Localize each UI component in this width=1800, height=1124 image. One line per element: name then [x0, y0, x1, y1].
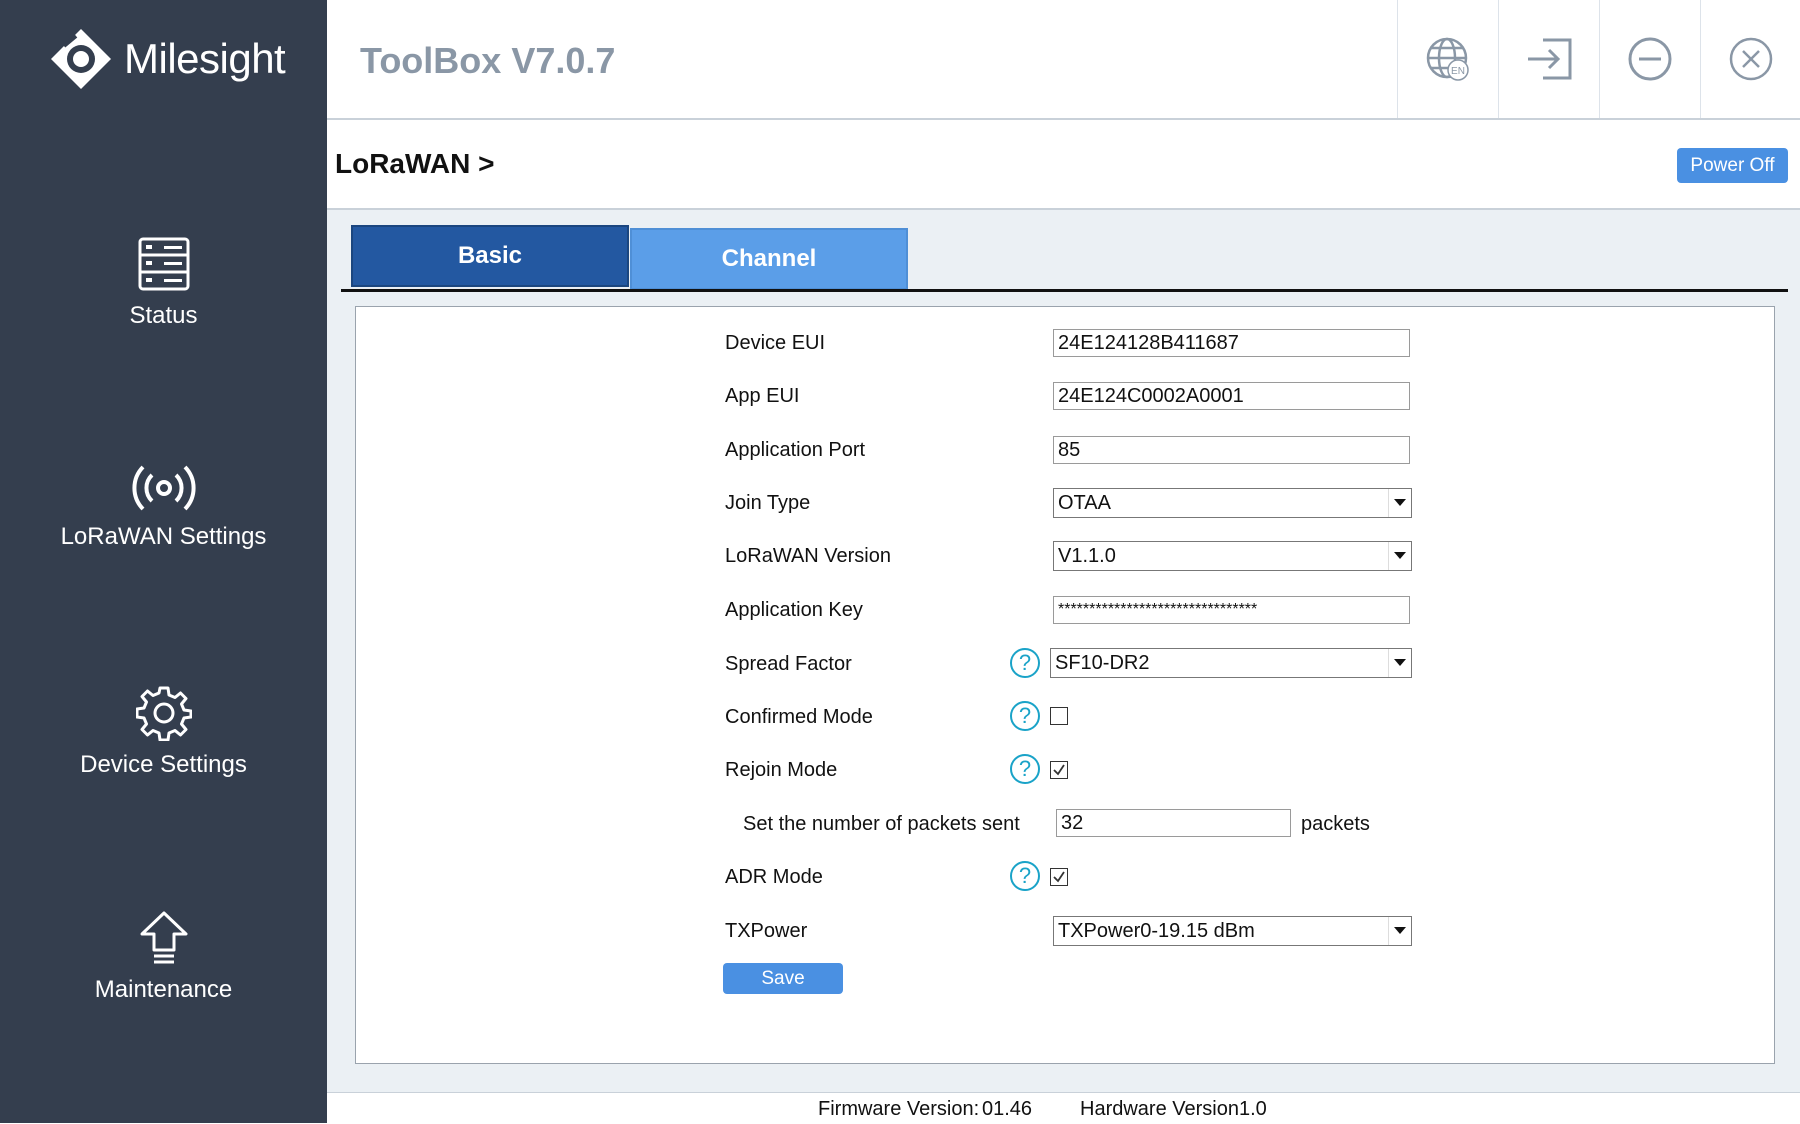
sidebar-item-lorawan-settings[interactable]: LoRaWAN Settings: [0, 463, 327, 551]
device-eui-label: Device EUI: [725, 332, 826, 354]
join-type-select[interactable]: OTAA: [1053, 488, 1412, 518]
checkmark-icon: [1053, 871, 1065, 883]
tab-basic[interactable]: Basic: [351, 225, 629, 287]
tab-divider: [341, 289, 1788, 292]
milesight-logo-icon: [51, 29, 111, 89]
minimize-button[interactable]: [1599, 0, 1700, 118]
firmware-version-label: Firmware Version:: [818, 1098, 980, 1120]
subheader: LoRaWAN > Power Off: [327, 120, 1800, 210]
sidebar-item-maintenance[interactable]: Maintenance: [0, 910, 327, 1004]
sidebar-item-label: Status: [129, 302, 198, 329]
device-eui-input[interactable]: 24E124128B411687: [1053, 329, 1410, 357]
spread-factor-value: SF10-DR2: [1055, 652, 1150, 674]
spread-factor-label: Spread Factor: [725, 653, 852, 675]
packets-unit: packets: [1301, 813, 1370, 835]
join-type-label: Join Type: [725, 492, 811, 514]
sidebar: Milesight Status LoRaWAN Settings Device…: [0, 0, 327, 1123]
app-title: ToolBox V7.0.7: [360, 40, 616, 81]
minimize-icon: [1628, 37, 1672, 81]
sidebar-item-label: LoRaWAN Settings: [60, 523, 267, 550]
rejoin-mode-label: Rejoin Mode: [725, 759, 838, 781]
confirmed-mode-label: Confirmed Mode: [725, 706, 873, 728]
save-button[interactable]: Save: [723, 963, 843, 994]
rejoin-mode-checkbox[interactable]: [1050, 761, 1068, 779]
application-port-label: Application Port: [725, 439, 866, 461]
language-globe-icon: EN: [1426, 37, 1469, 81]
txpower-value: TXPower0-19.15 dBm: [1058, 920, 1255, 942]
lorawan-version-select[interactable]: V1.1.0: [1053, 541, 1412, 571]
upload-arrow-icon: [140, 911, 187, 964]
help-icon[interactable]: ?: [1010, 754, 1040, 784]
application-key-input[interactable]: ********************************: [1053, 596, 1410, 624]
packets-count-label: Set the number of packets sent: [743, 813, 1020, 835]
help-icon[interactable]: ?: [1010, 701, 1040, 731]
sidebar-item-label: Maintenance: [94, 976, 233, 1003]
hardware-version-value: 1.0: [1239, 1098, 1267, 1120]
close-button[interactable]: [1700, 0, 1800, 118]
application-port-input[interactable]: 85: [1053, 436, 1410, 464]
join-type-value: OTAA: [1058, 492, 1111, 514]
sidebar-item-device-settings[interactable]: Device Settings: [0, 685, 327, 779]
chevron-down-icon: [1388, 649, 1411, 677]
breadcrumb: LoRaWAN >: [335, 148, 495, 179]
language-badge: EN: [1451, 66, 1465, 77]
spread-factor-select[interactable]: SF10-DR2: [1050, 648, 1412, 678]
footer: Firmware Version: 01.46 Hardware Version…: [327, 1092, 1800, 1124]
brand-name: Milesight: [124, 35, 286, 82]
gear-icon: [135, 686, 192, 741]
status-icon: [138, 237, 189, 291]
power-off-button[interactable]: Power Off: [1677, 148, 1788, 183]
language-button[interactable]: EN: [1397, 0, 1498, 118]
wireless-signal-icon: [131, 465, 196, 511]
app-eui-input[interactable]: 24E124C0002A0001: [1053, 382, 1410, 410]
sidebar-item-status[interactable]: Status: [0, 236, 327, 330]
main-area: ToolBox V7.0.7 EN LoRaWAN > Power Off Ba…: [327, 0, 1800, 1124]
adr-mode-label: ADR Mode: [725, 866, 823, 888]
application-key-label: Application Key: [725, 599, 863, 621]
lorawan-version-label: LoRaWAN Version: [725, 545, 891, 567]
confirmed-mode-checkbox[interactable]: [1050, 707, 1068, 725]
help-icon[interactable]: ?: [1010, 648, 1040, 678]
hardware-version-label: Hardware Version: [1080, 1098, 1239, 1120]
checkmark-icon: [1053, 764, 1065, 776]
adr-mode-checkbox[interactable]: [1050, 868, 1068, 886]
tab-channel[interactable]: Channel: [630, 228, 908, 290]
chevron-down-icon: [1388, 542, 1411, 570]
app-eui-label: App EUI: [725, 385, 800, 407]
top-bar: ToolBox V7.0.7 EN: [327, 0, 1800, 120]
sidebar-item-label: Device Settings: [80, 751, 247, 778]
chevron-down-icon: [1388, 917, 1411, 945]
brand-logo: Milesight: [48, 26, 286, 92]
logout-icon: [1528, 38, 1572, 80]
logout-button[interactable]: [1498, 0, 1599, 118]
lorawan-basic-panel: Device EUI 24E124128B411687 App EUI 24E1…: [355, 306, 1775, 1064]
close-icon: [1729, 37, 1773, 81]
txpower-label: TXPower: [725, 920, 808, 942]
packets-count-input[interactable]: 32: [1056, 809, 1291, 837]
txpower-select[interactable]: TXPower0-19.15 dBm: [1053, 916, 1412, 946]
chevron-down-icon: [1388, 489, 1411, 517]
firmware-version-value: 01.46: [982, 1098, 1033, 1120]
lorawan-version-value: V1.1.0: [1058, 545, 1116, 567]
help-icon[interactable]: ?: [1010, 861, 1040, 891]
